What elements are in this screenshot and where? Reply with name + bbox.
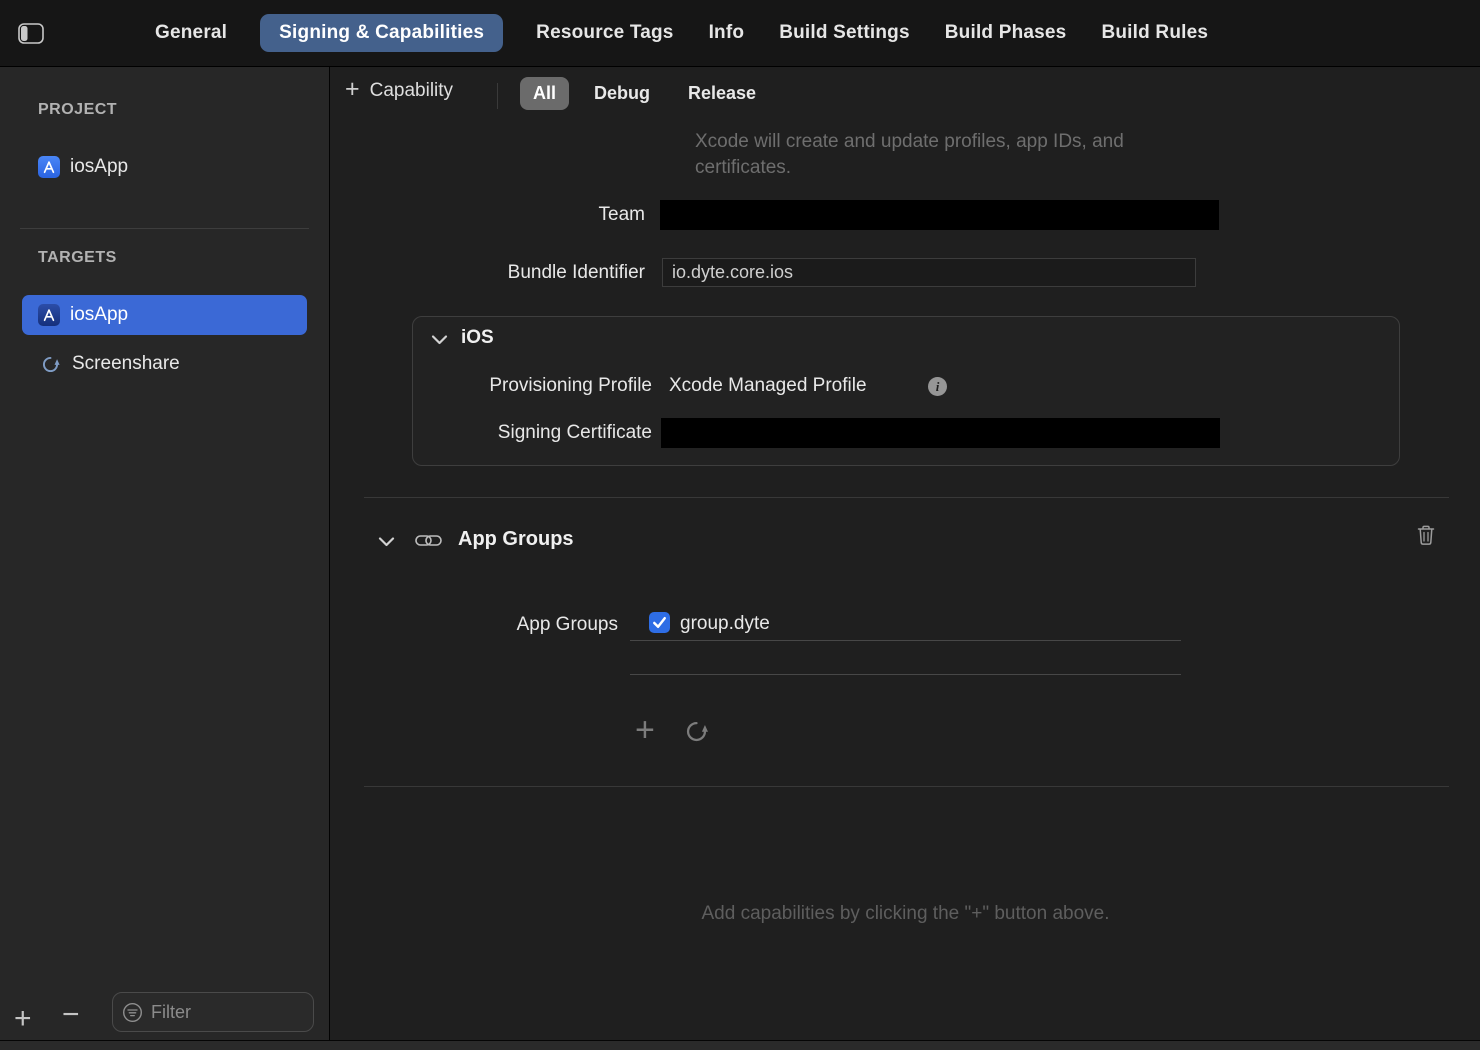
add-target-button[interactable]: + (14, 1004, 32, 1034)
bundle-identifier-field[interactable] (662, 258, 1196, 287)
project-app-icon (38, 156, 60, 178)
sidebar-divider (20, 228, 309, 229)
target-app-icon (38, 304, 60, 326)
remove-target-button[interactable]: − (62, 1000, 80, 1030)
chevron-down-icon[interactable] (431, 332, 448, 350)
target-item-iosapp[interactable]: iosApp (22, 295, 307, 335)
bundle-identifier-label: Bundle Identifier (331, 258, 645, 287)
target-item-label: iosApp (70, 304, 128, 326)
project-item-iosapp[interactable]: iosApp (38, 153, 128, 181)
list-row-divider (630, 674, 1181, 675)
tab-strip: General Signing & Capabilities Resource … (153, 14, 1210, 52)
app-groups-capability-icon (415, 532, 442, 554)
sidebar-toggle-icon (18, 23, 44, 44)
tab-build-phases[interactable]: Build Phases (943, 14, 1069, 52)
filter-field[interactable] (112, 992, 314, 1032)
tab-resource-tags[interactable]: Resource Tags (534, 14, 675, 52)
app-group-name: group.dyte (680, 613, 770, 635)
signing-certificate-redacted[interactable] (661, 418, 1220, 448)
segment-all[interactable]: All (520, 77, 569, 110)
signing-capabilities-pane: + Capability All Debug Release Xcode wil… (331, 67, 1480, 1040)
list-row-divider (630, 640, 1181, 641)
project-item-label: iosApp (70, 156, 128, 178)
editor-tab-bar: General Signing & Capabilities Resource … (0, 0, 1480, 67)
target-item-screenshare[interactable]: Screenshare (40, 348, 180, 380)
capabilities-hint-text: Add capabilities by clicking the "+" but… (331, 903, 1480, 925)
refresh-app-groups-button[interactable] (683, 718, 710, 750)
segment-release[interactable]: Release (675, 77, 769, 110)
app-group-checkbox-checked[interactable] (649, 612, 670, 633)
project-section-header: PROJECT (38, 101, 117, 119)
signing-description: Xcode will create and update profiles, a… (695, 129, 1200, 181)
info-icon[interactable] (928, 377, 947, 396)
screenshare-target-icon (40, 354, 61, 375)
app-groups-section-title: App Groups (458, 528, 574, 551)
target-item-label: Screenshare (72, 353, 180, 375)
tab-info[interactable]: Info (707, 14, 747, 52)
refresh-icon (683, 718, 710, 745)
targets-section-header: TARGETS (38, 249, 117, 267)
filter-icon (122, 1002, 143, 1023)
project-navigator-sidebar: PROJECT iosApp TARGETS iosApp Screenshar… (0, 67, 330, 1040)
sidebar-toggle-button[interactable] (17, 21, 45, 45)
trash-icon[interactable] (1416, 524, 1436, 551)
team-value-redacted[interactable] (660, 200, 1219, 230)
team-label: Team (331, 200, 645, 230)
provisioning-profile-value[interactable]: Xcode Managed Profile (669, 371, 867, 401)
section-divider (364, 497, 1449, 498)
tab-signing-capabilities[interactable]: Signing & Capabilities (260, 14, 503, 52)
tab-build-rules[interactable]: Build Rules (1099, 14, 1210, 52)
plus-icon: + (345, 77, 360, 102)
checkmark-icon (650, 613, 669, 632)
window-bottom-bar (0, 1040, 1480, 1050)
configuration-segmented-control: All Debug Release (520, 77, 769, 110)
signing-certificate-label: Signing Certificate (413, 418, 652, 448)
chevron-down-icon[interactable] (378, 534, 395, 552)
add-capability-button[interactable]: + Capability (345, 79, 453, 102)
app-groups-label: App Groups (331, 613, 618, 637)
ios-signing-section: iOS Provisioning Profile Xcode Managed P… (412, 316, 1400, 466)
add-capability-label: Capability (370, 80, 453, 102)
segment-debug[interactable]: Debug (581, 77, 663, 110)
toolbar-divider (497, 83, 498, 109)
tab-general[interactable]: General (153, 14, 229, 52)
provisioning-profile-label: Provisioning Profile (413, 371, 652, 401)
ios-section-title: iOS (461, 327, 494, 349)
filter-input[interactable] (151, 1002, 313, 1023)
tab-build-settings[interactable]: Build Settings (777, 14, 912, 52)
section-divider (364, 786, 1449, 787)
add-app-group-button[interactable]: + (635, 713, 655, 747)
